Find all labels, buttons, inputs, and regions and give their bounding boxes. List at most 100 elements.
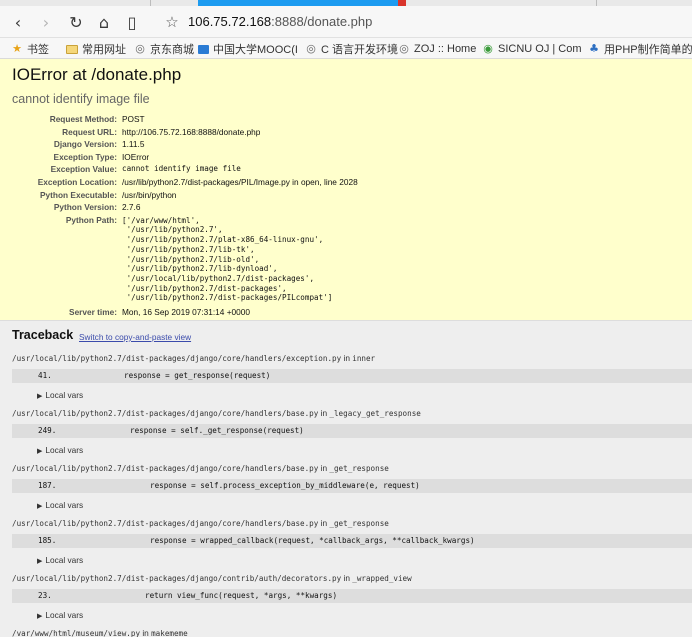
in-word: in	[343, 573, 350, 583]
triangle-right-icon: ▶	[37, 447, 43, 455]
source-code: response = wrapped_callback(request, *ca…	[150, 536, 475, 545]
meta-value: POST	[122, 114, 145, 124]
frame-function: _legacy_get_response	[329, 409, 421, 418]
bookmark-label: 中国大学MOOC(I	[213, 44, 298, 56]
local-vars-label: Local vars	[45, 610, 84, 620]
meta-row: Python Version: 2.7.6	[0, 201, 692, 214]
meta-key: Server time:	[69, 306, 117, 317]
bookmark-label: SICNU OJ | Com	[498, 43, 582, 55]
bookmark-item[interactable]: ◎ C 语言开发环境	[305, 41, 398, 57]
url-path: :8888/donate.php	[271, 14, 373, 29]
meta-row: Request Method: POST	[0, 113, 692, 126]
frame-function: makememe	[151, 629, 188, 637]
meta-value: 1.11.5	[122, 139, 145, 150]
in-word: in	[343, 353, 350, 363]
meta-key: Python Path:	[65, 214, 117, 225]
bookmark-label: 京东商城	[150, 44, 194, 56]
line-number: 185.	[38, 536, 57, 545]
bookmark-item[interactable]: ◉ SICNU OJ | Com	[482, 41, 582, 57]
frame-code-line[interactable]: 249. response = self._get_response(reques…	[12, 424, 692, 438]
meta-value: cannot identify image file	[122, 164, 241, 174]
page-title: IOError at /donate.php	[12, 65, 182, 84]
globe-icon: ◎	[135, 42, 145, 55]
bookmark-label: 常用网址	[82, 44, 126, 56]
bookmark-label: C 语言开发环境	[321, 44, 398, 56]
favorite-star-icon[interactable]: ☆	[160, 10, 184, 34]
navigation-bar: ‹ › ↻ ⌂ ▯ ☆ 106.75.72.168:8888/donate.ph…	[0, 6, 692, 38]
local-vars-toggle[interactable]: ▶ Local vars	[37, 500, 83, 510]
local-vars-label: Local vars	[45, 445, 84, 455]
local-vars-toggle[interactable]: ▶ Local vars	[37, 610, 83, 620]
frame-code-line[interactable]: 185. response = wrapped_callback(request,…	[12, 534, 692, 548]
php-icon: ♣	[589, 42, 599, 55]
meta-row: Python Path: ['/var/www/html', '/usr/lib/…	[0, 214, 692, 306]
star-icon: ★	[12, 42, 22, 55]
globe-icon: ◎	[306, 42, 316, 55]
local-vars-toggle[interactable]: ▶ Local vars	[37, 390, 83, 400]
frame-code-line[interactable]: 187. response = self.process_exception_by…	[12, 479, 692, 493]
in-word: in	[320, 463, 328, 473]
python-path-value: ['/var/www/html', '/usr/lib/python2.7', …	[122, 215, 333, 303]
frame-function: _wrapped_view	[352, 574, 412, 583]
switch-view-link[interactable]: Switch to copy-and-paste view	[79, 332, 191, 342]
forward-icon[interactable]: ›	[34, 10, 58, 34]
local-vars-toggle[interactable]: ▶ Local vars	[37, 555, 83, 565]
frame-path: /usr/local/lib/python2.7/dist-packages/d…	[12, 354, 342, 363]
local-vars-label: Local vars	[45, 555, 84, 565]
url-host: 106.75.72.168	[188, 14, 272, 29]
frame-path: /usr/local/lib/python2.7/dist-packages/d…	[12, 409, 319, 418]
meta-key: Exception Location:	[37, 176, 117, 187]
meta-key: Exception Type:	[53, 151, 117, 162]
frame-path: /usr/local/lib/python2.7/dist-packages/d…	[12, 519, 319, 528]
meta-row: Server time: Mon, 16 Sep 2019 07:31:14 +0…	[0, 306, 692, 319]
frame-function: _get_response	[329, 464, 389, 473]
local-vars-label: Local vars	[45, 390, 84, 400]
local-vars-label: Local vars	[45, 500, 84, 510]
mooc-icon	[198, 44, 209, 54]
line-number: 23.	[38, 591, 52, 600]
line-number: 249.	[38, 426, 57, 435]
in-word: in	[320, 408, 328, 418]
meta-row: Exception Location: /usr/lib/python2.7/di…	[0, 176, 692, 189]
meta-key: Request URL:	[62, 126, 117, 137]
frame-location: /usr/local/lib/python2.7/dist-packages/d…	[12, 408, 421, 418]
frame-location: /usr/local/lib/python2.7/dist-packages/d…	[12, 518, 389, 528]
back-icon[interactable]: ‹	[6, 10, 30, 34]
bookmark-item[interactable]: ◎ 京东商城	[134, 41, 194, 57]
bookmark-item[interactable]: 常用网址	[66, 41, 126, 57]
frame-code-line[interactable]: 41. response = get_response(request)	[12, 369, 692, 383]
local-vars-toggle[interactable]: ▶ Local vars	[37, 445, 83, 455]
frame-path: /usr/local/lib/python2.7/dist-packages/d…	[12, 574, 342, 583]
traceback-title: Traceback	[12, 328, 74, 342]
frame-path: /var/www/html/museum/view.py	[12, 629, 141, 637]
meta-row: Python Executable: /usr/bin/python	[0, 189, 692, 202]
meta-value: Mon, 16 Sep 2019 07:31:14 +0000	[122, 306, 251, 317]
bookmark-item[interactable]: ♣ 用PHP制作简单的	[588, 41, 692, 57]
address-bar[interactable]: 106.75.72.168:8888/donate.php	[188, 14, 372, 29]
meta-key: Python Executable:	[40, 189, 117, 200]
triangle-right-icon: ▶	[37, 557, 43, 565]
bookmark-label: 用PHP制作简单的	[604, 44, 692, 56]
source-code: response = get_response(request)	[124, 371, 271, 380]
frame-location: /usr/local/lib/python2.7/dist-packages/d…	[12, 573, 412, 583]
triangle-right-icon: ▶	[37, 612, 43, 620]
frame-location: /usr/local/lib/python2.7/dist-packages/d…	[12, 463, 389, 473]
reload-icon[interactable]: ↻	[64, 10, 88, 34]
home-icon[interactable]: ⌂	[92, 10, 116, 34]
folder-icon	[66, 44, 78, 54]
sicnu-icon: ◉	[483, 42, 493, 55]
meta-key: Exception Value:	[50, 164, 117, 175]
bookmark-item[interactable]: 中国大学MOOC(I	[198, 41, 298, 57]
traceback-section: Traceback Switch to copy-and-paste view …	[0, 321, 692, 637]
triangle-right-icon: ▶	[37, 502, 43, 510]
frame-function: _get_response	[329, 519, 389, 528]
meta-value: /usr/bin/python	[122, 189, 177, 200]
frame-code-line[interactable]: 23. return view_func(request, *args, **kw…	[12, 589, 692, 603]
reading-view-icon[interactable]: ▯	[120, 10, 144, 34]
bookmark-item[interactable]: ◎ ZOJ :: Home	[398, 41, 476, 57]
frame-function: inner	[352, 354, 376, 363]
bookmark-item[interactable]: ★ 书签	[11, 41, 49, 57]
meta-value: /usr/lib/python2.7/dist-packages/PIL/Ima…	[122, 176, 358, 187]
bookmark-label: ZOJ :: Home	[414, 43, 477, 55]
bookmark-label: 书签	[27, 44, 49, 56]
